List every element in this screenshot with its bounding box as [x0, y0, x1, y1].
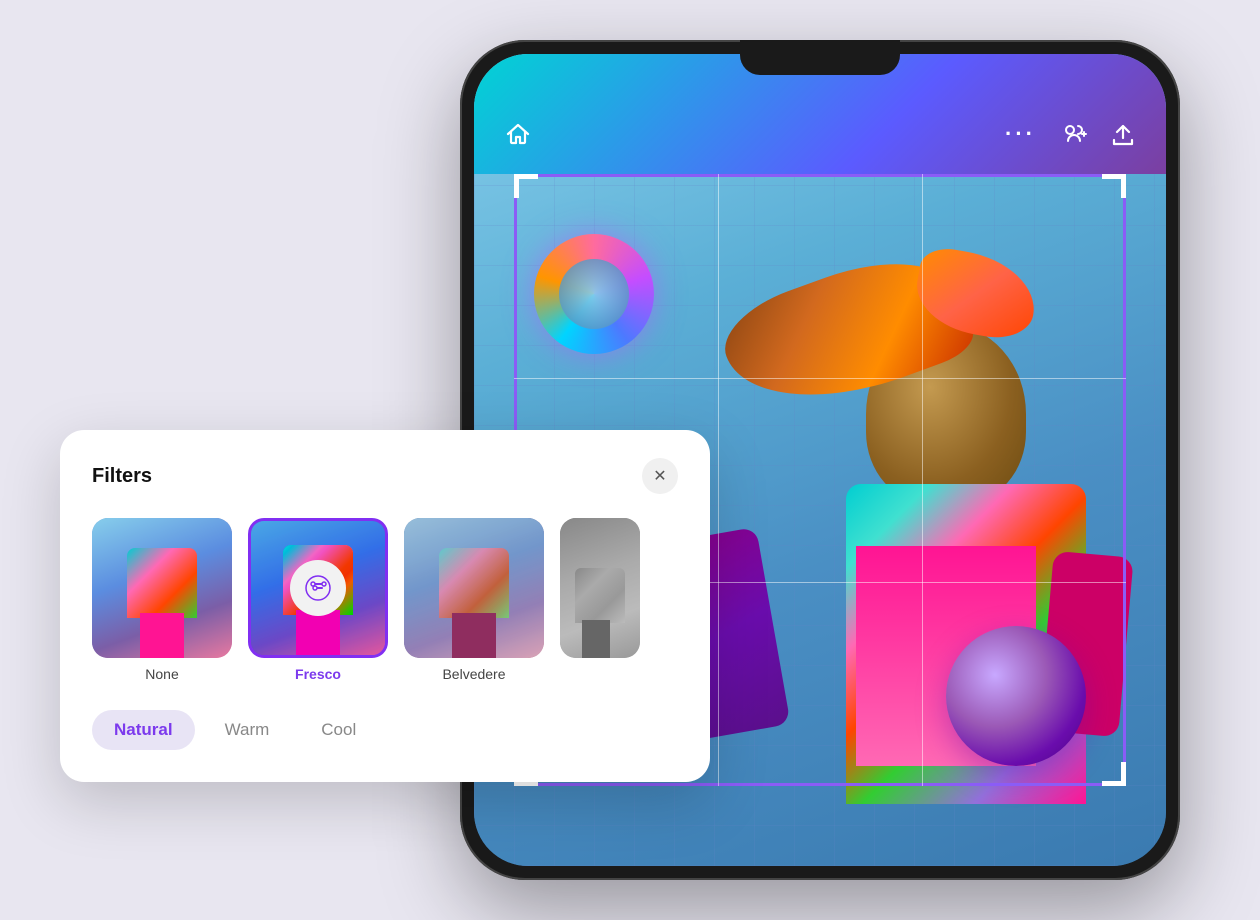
crop-corner-tr	[1102, 174, 1126, 198]
filter-item-fresco[interactable]: Fresco	[248, 518, 388, 682]
fresco-icon	[290, 560, 346, 616]
crop-corner-br	[1102, 762, 1126, 786]
home-icon[interactable]	[504, 120, 532, 148]
tone-row: Natural Warm Cool	[92, 710, 678, 750]
share-icon[interactable]	[1110, 120, 1136, 148]
phone-notch	[740, 40, 900, 75]
phone-action-icons: ···	[1005, 120, 1136, 148]
filter-thumb-belvedere[interactable]	[404, 518, 544, 658]
filters-panel: Filters ✕ None	[60, 430, 710, 782]
filters-title: Filters	[92, 465, 152, 488]
filter-thumb-none[interactable]	[92, 518, 232, 658]
grid-line-horizontal-1	[514, 378, 1126, 379]
grid-line-vertical-1	[718, 174, 719, 786]
filters-thumbnails: None	[92, 518, 678, 682]
tone-natural-button[interactable]: Natural	[92, 710, 195, 750]
filter-label-none: None	[145, 666, 178, 682]
tone-cool-button[interactable]: Cool	[299, 710, 378, 750]
crop-corner-tl	[514, 174, 538, 198]
filter-item-none[interactable]: None	[92, 518, 232, 682]
more-icon[interactable]: ···	[1005, 121, 1036, 147]
close-button[interactable]: ✕	[642, 458, 678, 494]
filter-thumb-fourth[interactable]	[560, 518, 640, 658]
filters-header: Filters ✕	[92, 458, 678, 494]
filter-label-fresco: Fresco	[295, 666, 341, 682]
add-friend-icon[interactable]	[1058, 120, 1088, 148]
filter-item-belvedere[interactable]: Belvedere	[404, 518, 544, 682]
filter-label-belvedere: Belvedere	[442, 666, 505, 682]
filter-item-fourth[interactable]	[560, 518, 640, 682]
tone-warm-button[interactable]: Warm	[203, 710, 292, 750]
filter-thumb-fresco[interactable]	[248, 518, 388, 658]
grid-line-vertical-2	[922, 174, 923, 786]
